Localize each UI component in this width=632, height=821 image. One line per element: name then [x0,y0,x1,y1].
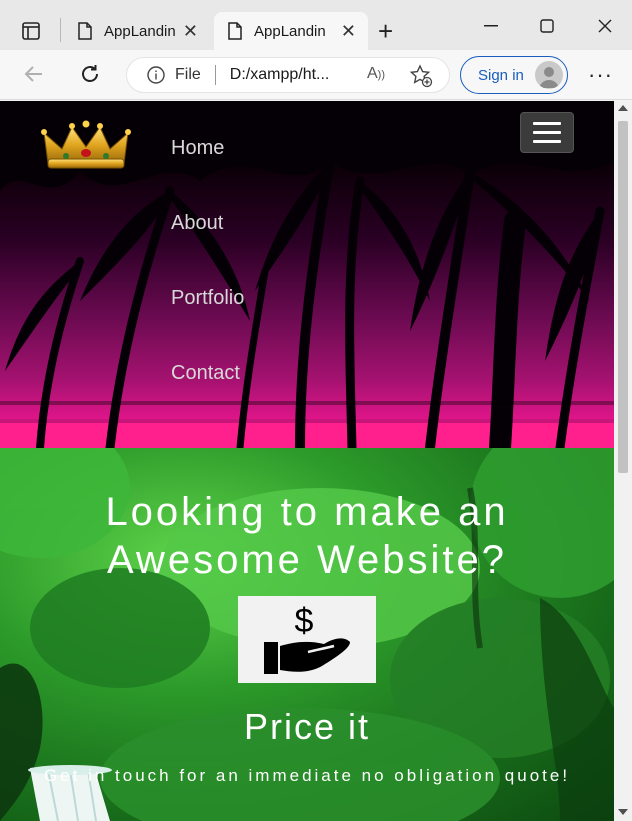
scrollbar-thumb[interactable] [618,121,628,473]
nav-section: Home About Portfolio Contact [0,101,614,448]
hero-subtext: Get in touch for an immediate no obligat… [43,766,571,785]
scheme-label: File [175,66,201,83]
avatar-icon [535,61,563,89]
scroll-up-icon[interactable] [618,105,628,111]
minimize-icon[interactable] [476,14,506,38]
reload-icon[interactable] [78,62,102,91]
sign-in-label: Sign in [478,66,524,84]
address-divider [214,65,216,85]
svg-text:$: $ [295,602,314,640]
info-icon[interactable] [147,66,165,84]
tab-actions-button[interactable] [12,14,50,48]
hero-section: Looking to make an Awesome Website? $ Pr… [0,448,614,821]
price-title: Price it [243,706,371,747]
tab-separator [60,18,61,42]
maximize-icon[interactable] [532,14,562,38]
tab-title: AppLandin [254,22,326,40]
scroll-down-icon[interactable] [618,809,628,815]
window-close-icon[interactable] [590,14,620,38]
url-text[interactable]: D:/xampp/ht... [230,66,342,84]
document-icon [228,22,242,40]
read-aloud-icon[interactable]: A)) [367,65,385,83]
nav-item-about[interactable]: About [171,212,223,235]
browser-titlebar: AppLandin ✕ AppLandin ✕ + [0,0,632,50]
headline-line-1: Looking to make an [105,490,509,534]
browser-tab-2[interactable]: AppLandin ✕ [214,12,368,50]
tab-title: AppLandin [104,22,176,40]
close-icon[interactable]: ✕ [183,22,198,40]
close-icon[interactable]: ✕ [341,22,356,40]
favorites-add-icon[interactable] [409,64,433,88]
more-icon[interactable]: ··· [588,62,613,88]
sign-in-button[interactable]: Sign in [460,56,568,94]
page-viewport: Home About Portfolio Contact Looking to … [0,101,614,821]
dollar-hand-icon: $ [238,596,376,683]
browser-toolbar: File D:/xampp/ht... A)) Sign in ··· [0,50,632,100]
document-icon [78,22,92,40]
tab-actions-icon [22,22,40,40]
nav-item-contact[interactable]: Contact [171,362,240,385]
headline-line-2: Awesome Website? [106,538,508,582]
nav-item-home[interactable]: Home [171,137,224,160]
back-icon[interactable] [22,62,46,91]
browser-tab-1[interactable]: AppLandin ✕ [64,12,210,50]
page-scrollbar[interactable] [614,101,632,821]
new-tab-icon[interactable]: + [378,18,393,44]
address-bar[interactable]: File D:/xampp/ht... A)) [126,57,450,93]
hamburger-icon[interactable] [520,112,574,153]
nav-item-portfolio[interactable]: Portfolio [171,287,244,310]
